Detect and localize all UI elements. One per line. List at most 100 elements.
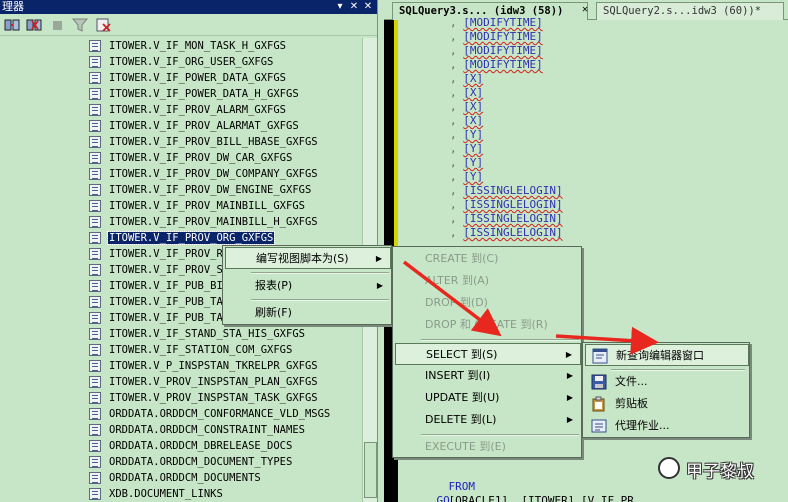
connect-icon[interactable] — [4, 18, 20, 32]
tree-item[interactable]: ITOWER.V_IF_PROV_DW_COMPANY_GXFGS — [0, 166, 362, 182]
menu-item-drop-and-create-to[interactable]: DROP 和 CREATE 到(R) — [395, 314, 581, 336]
view-icon — [89, 312, 101, 324]
tree-item[interactable]: ITOWER.V_IF_PROV_ALARMAT_GXFGS — [0, 118, 362, 134]
tree-item-label: ORDDATA.ORDDCM_CONSTRAINT_NAMES — [109, 424, 305, 436]
stop-icon[interactable] — [50, 18, 66, 32]
tree-item[interactable]: ITOWER.V_IF_PROV_DW_CAR_GXFGS — [0, 150, 362, 166]
new-query-window-icon — [592, 348, 608, 364]
tree-item[interactable]: ITOWER.V_IF_PROV_DW_ENGINE_GXFGS — [0, 182, 362, 198]
tree-item[interactable]: ITOWER.V_IF_PROV_ALARM_GXFGS — [0, 102, 362, 118]
close-icon[interactable]: ✕ — [362, 1, 374, 13]
tree-item-label: XDB.DOCUMENT_LINKS — [109, 488, 223, 500]
view-icon — [89, 360, 101, 372]
menu-item-update-to[interactable]: UPDATE 到(U) ▶ — [395, 387, 581, 409]
tree-item[interactable]: ITOWER.V_IF_PROV_ORG_GXFGS — [0, 230, 362, 246]
menu-item-select-to[interactable]: SELECT 到(S) ▶ — [395, 343, 581, 365]
menu-item-create-to[interactable]: CREATE 到(C) — [395, 248, 581, 270]
tree-item[interactable]: ORDDATA.ORDDCM_CONSTRAINT_NAMES — [0, 422, 362, 438]
watermark-text: 甲子黎叔 — [686, 462, 754, 482]
clipboard-icon — [592, 396, 605, 412]
code-from-line: FROM [ORACLE1]..[ITOWER].[V_IF_PR — [422, 466, 634, 502]
tree-item[interactable]: ITOWER.V_IF_PROV_BILL_HBASE_GXFGS — [0, 134, 362, 150]
scrollbar-thumb[interactable] — [364, 442, 377, 498]
menu-item-alter-to[interactable]: ALTER 到(A) — [395, 270, 581, 292]
view-icon — [89, 408, 101, 420]
tree-item[interactable]: ITOWER.V_IF_ORG_USER_GXFGS — [0, 54, 362, 70]
view-icon — [89, 152, 101, 164]
menu-item-delete-to[interactable]: DELETE 到(L) ▶ — [395, 409, 581, 431]
menu-item-label: ALTER 到(A) — [425, 274, 490, 287]
tab-label: SQLQuery2.s...idw3 (60))* — [603, 5, 762, 17]
menu-item-file[interactable]: 文件... — [585, 371, 749, 393]
menu-item-execute-to[interactable]: EXECUTE 到(E) — [395, 436, 581, 458]
tree-item-label: ITOWER.V_IF_PROV_DW_COMPANY_GXFGS — [109, 168, 318, 180]
tree-item[interactable]: ITOWER.V_IF_PROV_MAINBILL_GXFGS — [0, 198, 362, 214]
view-icon — [89, 200, 101, 212]
tree-item[interactable]: ORDDATA.ORDDCM_DOCUMENTS — [0, 470, 362, 486]
tree-item[interactable]: ITOWER.V_IF_STATION_COM_GXFGS — [0, 342, 362, 358]
tree-item[interactable]: ITOWER.V_PROV_INSPSTAN_PLAN_GXFGS — [0, 374, 362, 390]
menu-item-reports[interactable]: 报表(P) ▶ — [225, 275, 391, 297]
filter-icon[interactable] — [72, 18, 88, 32]
code-line: , [ISSINGLELOGIN] — [450, 226, 563, 239]
view-icon — [89, 104, 101, 116]
view-icon — [89, 40, 101, 52]
tree-item-label: ITOWER.V_IF_PUB_BI — [109, 280, 223, 292]
tab-sqlquery2[interactable]: SQLQuery2.s...idw3 (60))* — [596, 2, 784, 20]
menu-item-script-view-as[interactable]: 编写视图脚本为(S) ▶ — [225, 247, 391, 269]
tab-close-icon[interactable]: ✕ — [582, 4, 588, 15]
tree-item-label: ITOWER.V_IF_POWER_DATA_GXFGS — [109, 72, 287, 84]
view-icon — [89, 88, 101, 100]
menu-item-new-query-window[interactable]: 新查询编辑器窗口 — [585, 344, 749, 366]
tree-item-label: ORDDATA.ORDDCM_CONFORMANCE_VLD_MSGS — [109, 408, 331, 420]
view-icon — [89, 264, 101, 276]
tree-item-label: ORDDATA.ORDDCM_DBRELEASE_DOCS — [109, 440, 293, 452]
menu-item-label: 文件... — [615, 375, 648, 388]
tree-item[interactable]: ITOWER.V_IF_PROV_MAINBILL_H_GXFGS — [0, 214, 362, 230]
tree-item-label: ITOWER.V_IF_PROV_DW_ENGINE_GXFGS — [109, 184, 312, 196]
code-line: , [Y] — [450, 128, 484, 141]
autohide-icon[interactable]: ✕ — [348, 1, 360, 13]
menu-item-label: 代理作业... — [615, 419, 670, 432]
menu-item-label: 编写视图脚本为(S) — [256, 252, 349, 265]
code-line: , [ISSINGLELOGIN] — [450, 198, 563, 211]
submenu-arrow-icon: ▶ — [566, 393, 573, 402]
submenu-arrow-icon: ▶ — [376, 281, 383, 290]
menu-item-refresh[interactable]: 刷新(F) — [225, 302, 391, 324]
submenu-arrow-icon: ▶ — [566, 415, 573, 424]
context-menu-view: 编写视图脚本为(S) ▶ 报表(P) ▶ 刷新(F) — [222, 245, 392, 325]
menu-item-agent-job[interactable]: 代理作业... — [585, 415, 749, 437]
menu-item-label: UPDATE 到(U) — [425, 391, 500, 404]
view-icon — [89, 376, 101, 388]
menu-item-clipboard[interactable]: 剪贴板 — [585, 393, 749, 415]
tree-item[interactable]: ITOWER.V_IF_STAND_STA_HIS_GXFGS — [0, 326, 362, 342]
menu-item-label: DROP 到(D) — [425, 296, 488, 309]
tree-item-label: ORDDATA.ORDDCM_DOCUMENTS — [109, 472, 261, 484]
refresh-icon[interactable] — [96, 18, 112, 32]
tree-item[interactable]: ORDDATA.ORDDCM_DOCUMENT_TYPES — [0, 454, 362, 470]
tree-item[interactable]: ORDDATA.ORDDCM_DBRELEASE_DOCS — [0, 438, 362, 454]
tree-item[interactable]: ITOWER.V_IF_MON_TASK_H_GXFGS — [0, 38, 362, 54]
tree-item-label: ITOWER.V_IF_PROV_DW_CAR_GXFGS — [109, 152, 293, 164]
view-icon — [89, 136, 101, 148]
code-line: , [X] — [450, 100, 484, 113]
view-icon — [89, 232, 101, 244]
tree-item-label: ITOWER.V_IF_PROV_RO — [109, 248, 230, 260]
pin-dropdown-icon[interactable]: ▾ — [334, 1, 346, 13]
disconnect-icon[interactable] — [26, 18, 42, 32]
menu-item-insert-to[interactable]: INSERT 到(I) ▶ — [395, 365, 581, 387]
tree-item[interactable]: ORDDATA.ORDDCM_CONFORMANCE_VLD_MSGS — [0, 406, 362, 422]
tree-item[interactable]: ITOWER.V_P_INSPSTAN_TKRELPR_GXFGS — [0, 358, 362, 374]
go-keyword: GO — [436, 494, 450, 502]
tree-item-label: ITOWER.V_IF_PROV_ST — [109, 264, 230, 276]
view-icon — [89, 72, 101, 84]
code-go-line: GO — [410, 480, 450, 502]
tree-item[interactable]: ITOWER.V_IF_POWER_DATA_H_GXFGS — [0, 86, 362, 102]
tree-item[interactable]: ITOWER.V_IF_POWER_DATA_GXFGS — [0, 70, 362, 86]
watermark-logo-icon — [658, 457, 680, 479]
tree-item[interactable]: XDB.DOCUMENT_LINKS — [0, 486, 362, 502]
tree-item[interactable]: ITOWER.V_PROV_INSPSTAN_TASK_GXFGS — [0, 390, 362, 406]
menu-item-drop-to[interactable]: DROP 到(D) — [395, 292, 581, 314]
view-icon — [89, 456, 101, 468]
menu-item-label: 新查询编辑器窗口 — [616, 349, 704, 362]
